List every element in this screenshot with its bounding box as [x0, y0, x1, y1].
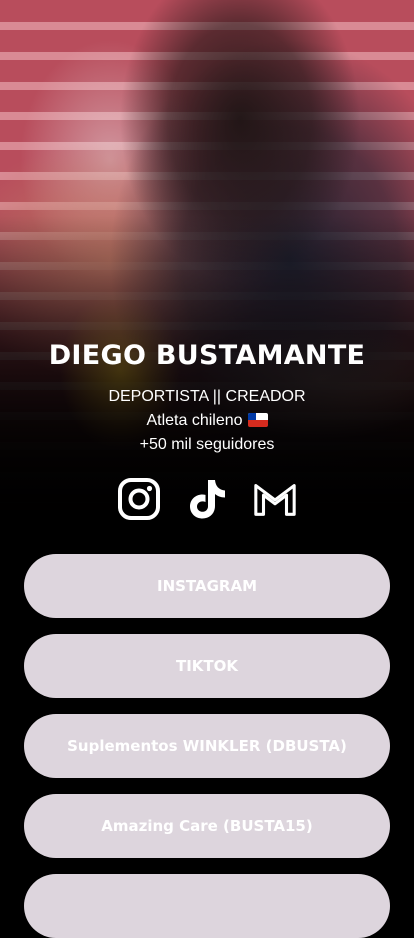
profile-bio-line-2: Atleta chileno: [0, 412, 414, 430]
link-button-tiktok[interactable]: TIKTOK: [24, 634, 390, 698]
link-button-amazing-care[interactable]: Amazing Care (BUSTA15): [24, 794, 390, 858]
profile-name: DIEGO BUSTAMANTE: [48, 340, 366, 371]
link-button-suplementos-winkler[interactable]: Suplementos WINKLER (DBUSTA): [24, 714, 390, 778]
link-button-5[interactable]: [24, 874, 390, 938]
link-button-instagram[interactable]: INSTAGRAM: [24, 554, 390, 618]
instagram-icon[interactable]: [116, 476, 162, 522]
chile-flag-icon: [247, 413, 268, 427]
hero-photo: [0, 0, 414, 540]
profile-bio-line-1: DEPORTISTA || CREADOR: [108, 388, 306, 405]
tiktok-icon[interactable]: [184, 476, 230, 522]
hero-gradient: [0, 0, 414, 540]
bio-text: Atleta chileno: [146, 412, 243, 429]
gmail-icon[interactable]: [252, 476, 298, 522]
social-icons: [0, 474, 414, 524]
profile-bio-line-3: +50 mil seguidores: [139, 436, 275, 453]
